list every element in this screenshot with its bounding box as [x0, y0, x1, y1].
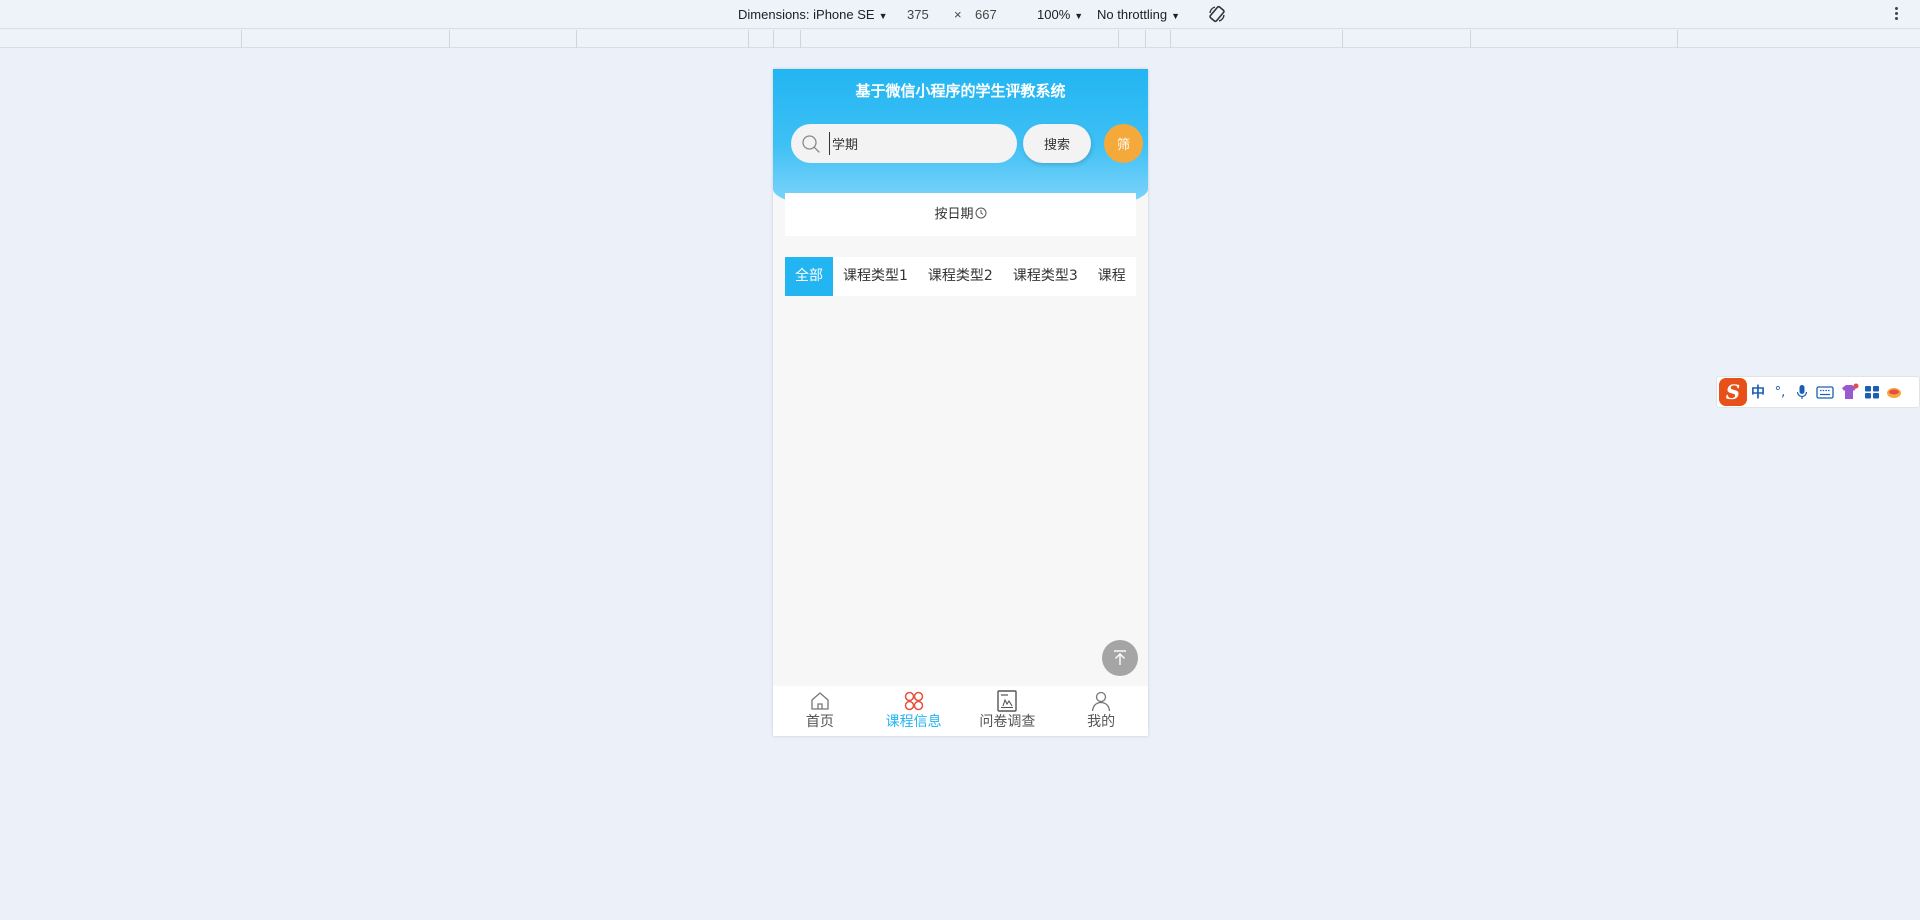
devtools-toolbar: Dimensions: iPhone SE ▼ 375 × 667 100% ▼ N…: [0, 0, 1920, 29]
sort-by-date[interactable]: 按日期: [785, 193, 1136, 236]
ime-mode-toggle[interactable]: 中: [1747, 382, 1769, 402]
bottom-nav: 首页 课程信息 问卷调查 我的: [773, 686, 1148, 736]
sort-by-date-label: 按日期: [934, 207, 974, 222]
throttling-value: No throttling: [1097, 7, 1168, 22]
ime-punctuation-toggle[interactable]: °,: [1769, 385, 1791, 400]
caret-down-icon: ▼: [1171, 11, 1181, 21]
nav-label-survey: 问卷调查: [979, 714, 1036, 730]
page-title: 基于微信小程序的学生评教系统: [855, 82, 1066, 100]
search-button[interactable]: 搜索: [1023, 124, 1091, 163]
zoom-value: 100%: [1037, 7, 1071, 22]
nav-label-course-info: 课程信息: [885, 714, 942, 730]
back-to-top-button[interactable]: [1102, 640, 1138, 676]
nav-item-home[interactable]: 首页: [773, 686, 867, 736]
course-type-tabs: 全部 课程类型1 课程类型2 课程类型3 课程: [785, 257, 1136, 296]
height-input[interactable]: 667: [975, 7, 997, 22]
nav-item-mine[interactable]: 我的: [1054, 686, 1148, 736]
clover-icon: [904, 691, 923, 711]
phone-viewport: 基于微信小程序的学生评教系统 搜索 筛 按日期 全部课程类型1课程类型2课程类型…: [773, 69, 1148, 736]
filter-button[interactable]: 筛: [1104, 124, 1143, 163]
nav-item-course-info[interactable]: 课程信息: [867, 686, 961, 736]
device-name: Dimensions: iPhone SE: [738, 7, 875, 22]
media-query-ruler: [0, 30, 1920, 48]
clock-icon: [975, 207, 986, 219]
device-dimensions-dropdown[interactable]: Dimensions: iPhone SE ▼: [738, 7, 888, 22]
nav-label-home: 首页: [805, 714, 834, 730]
nav-label-mine: 我的: [1087, 714, 1116, 730]
keyboard-icon[interactable]: [1813, 384, 1837, 400]
tab-course-type-4[interactable]: 课程: [1088, 257, 1136, 296]
user-icon: [1091, 691, 1111, 712]
skin-shirt-icon[interactable]: [1837, 383, 1861, 401]
toolbox-grid-icon[interactable]: [1861, 384, 1883, 400]
tab-course-type-2[interactable]: 课程类型2: [918, 257, 1003, 296]
more-options-icon[interactable]: [1894, 5, 1898, 23]
sogou-logo-icon[interactable]: S: [1719, 378, 1747, 406]
caret-down-icon: ▼: [878, 11, 888, 21]
throttling-dropdown[interactable]: No throttling ▼: [1097, 7, 1180, 22]
search-box[interactable]: [791, 124, 1017, 163]
nav-item-survey[interactable]: 问卷调查: [961, 686, 1055, 736]
zoom-dropdown[interactable]: 100% ▼: [1037, 7, 1083, 22]
caret-down-icon: ▼: [1074, 11, 1084, 21]
rotate-icon[interactable]: [1207, 4, 1227, 24]
tab-course-type-1[interactable]: 课程类型1: [833, 257, 918, 296]
search-input[interactable]: [829, 132, 1009, 155]
tab-all[interactable]: 全部: [785, 257, 833, 296]
arrow-up-icon: [1114, 650, 1126, 665]
survey-icon: [997, 690, 1018, 712]
width-input[interactable]: 375: [907, 7, 929, 22]
tab-course-type-3[interactable]: 课程类型3: [1003, 257, 1088, 296]
search-icon: [802, 135, 820, 153]
ime-toolbar: S 中 °,: [1716, 376, 1920, 408]
home-icon: [811, 692, 829, 710]
mascot-icon[interactable]: [1883, 384, 1905, 400]
times-sign: ×: [954, 7, 962, 22]
microphone-icon[interactable]: [1791, 384, 1813, 400]
